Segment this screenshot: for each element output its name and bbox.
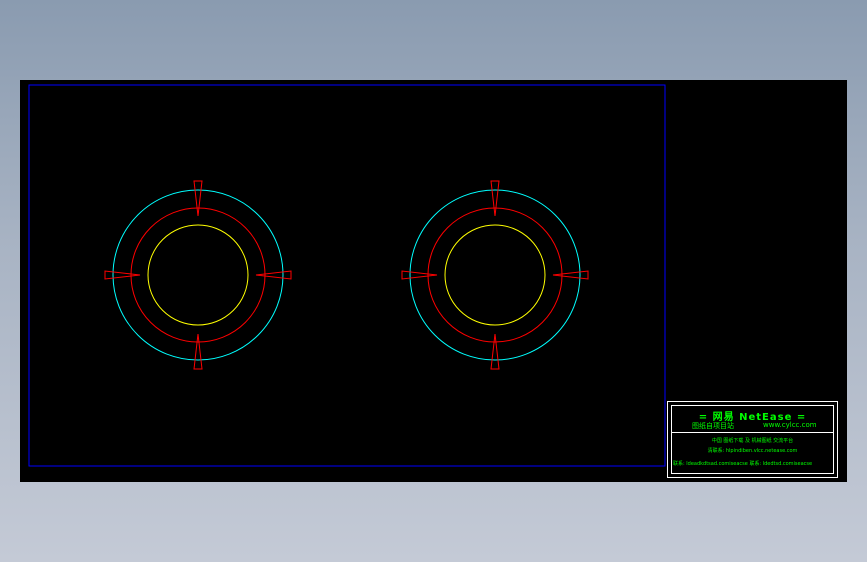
marker-left <box>401 270 438 280</box>
marker-right <box>255 270 292 280</box>
middle-circle <box>427 207 563 343</box>
marker-bottom <box>193 333 203 370</box>
title-block-inner: = 网易 NetEase = 图纸自项目站 www.cylcc.com 中国 图… <box>671 405 834 474</box>
inner-circle <box>147 224 249 326</box>
drawing-canvas: = 网易 NetEase = 图纸自项目站 www.cylcc.com 中国 图… <box>20 80 847 482</box>
title-email-line: 联系: ldeadkdtsad.comiseacse 联系: ldedtsd.c… <box>673 461 813 467</box>
title-divider <box>672 432 833 433</box>
ring-assembly-right <box>401 180 589 370</box>
title-contact-line: 清联系: hlpindiben.vlcc.netease.com <box>707 448 798 454</box>
title-website[interactable]: www.cylcc.com <box>763 421 817 429</box>
title-info-line: 中国 图纸下载 及 机械图纸 交流平台 <box>711 438 794 444</box>
marker-bottom <box>490 333 500 370</box>
inner-circle <box>444 224 546 326</box>
middle-circle <box>130 207 266 343</box>
marker-left <box>104 270 141 280</box>
title-subtitle: 图纸自项目站 <box>692 422 734 430</box>
title-block: = 网易 NetEase = 图纸自项目站 www.cylcc.com 中国 图… <box>667 401 838 478</box>
marker-right <box>552 270 589 280</box>
drawing-frame <box>28 84 666 467</box>
marker-top <box>490 180 500 217</box>
ring-assembly-left <box>104 180 292 370</box>
marker-top <box>193 180 203 217</box>
